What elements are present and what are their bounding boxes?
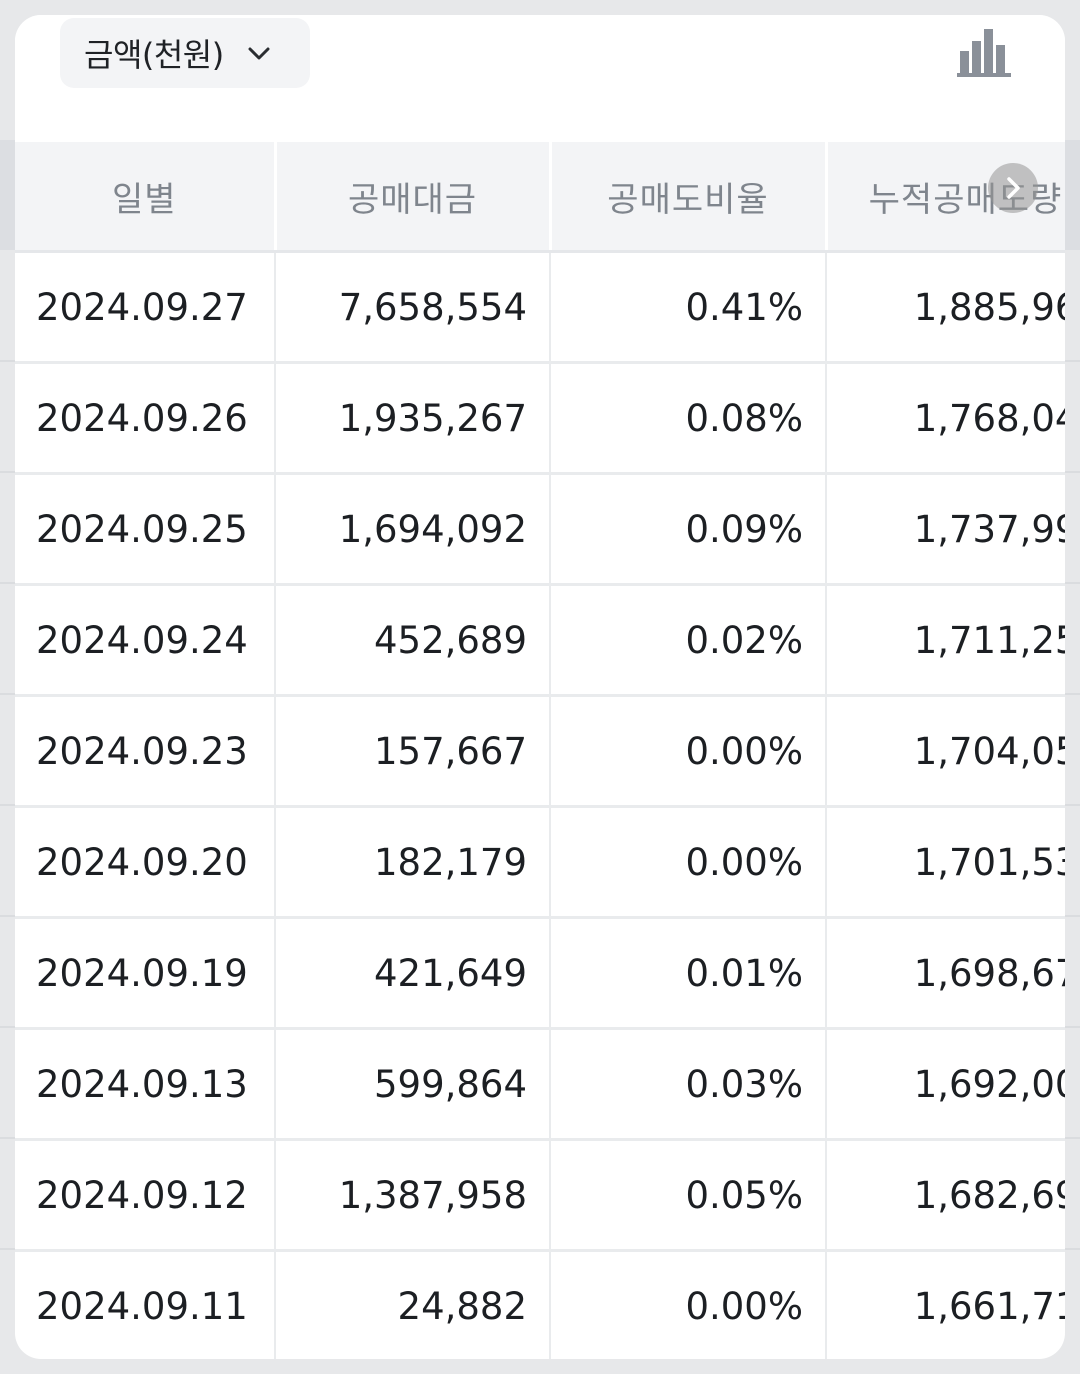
- table-row: 2024.09.12 1,387,958 0.05% 1,682,698: [15, 1139, 1065, 1252]
- cell-short-amount: 1,935,267: [275, 362, 551, 475]
- cell-short-amount: 157,667: [275, 695, 551, 808]
- cell-date: 2024.09.13: [15, 1028, 276, 1141]
- cell-date: 2024.09.20: [15, 806, 276, 919]
- cell-date: 2024.09.19: [15, 917, 276, 1030]
- table-row: 2024.09.23 157,667 0.00% 1,704,056: [15, 695, 1065, 808]
- cell-date: 2024.09.11: [15, 1250, 276, 1359]
- cell-cumulative-volume: 1,768,046: [826, 362, 1065, 475]
- cell-short-ratio: 0.41%: [550, 251, 827, 364]
- table-row: 2024.09.26 1,935,267 0.08% 1,768,046: [15, 362, 1065, 475]
- cell-short-ratio: 0.08%: [550, 362, 827, 475]
- cell-short-amount: 1,694,092: [275, 473, 551, 586]
- cell-cumulative-volume: 1,704,056: [826, 695, 1065, 808]
- short-selling-table-container[interactable]: 일별 공매대금 공매도비율 누적공매도량 2024.09.27 7,658,55…: [15, 142, 1065, 1359]
- cell-short-ratio: 0.05%: [550, 1139, 827, 1252]
- column-header-date[interactable]: 일별: [15, 142, 277, 253]
- cell-short-amount: 452,689: [275, 584, 551, 697]
- column-header-short-amount[interactable]: 공매대금: [275, 142, 552, 253]
- cell-short-amount: 24,882: [275, 1250, 551, 1359]
- cell-cumulative-volume: 1,737,993: [826, 473, 1065, 586]
- cell-short-amount: 1,387,958: [275, 1139, 551, 1252]
- scroll-right-button[interactable]: [988, 163, 1038, 213]
- table-row: 2024.09.20 182,179 0.00% 1,701,538: [15, 806, 1065, 919]
- short-selling-card: 금액(천원) 일별 공매대금 공매도비율 누적공매도량 2024.09.27 7…: [15, 15, 1065, 1359]
- table-toolbar: 금액(천원): [15, 15, 1065, 142]
- cell-date: 2024.09.26: [15, 362, 276, 475]
- cell-date: 2024.09.24: [15, 584, 276, 697]
- cell-short-amount: 7,658,554: [275, 251, 551, 364]
- cell-date: 2024.09.23: [15, 695, 276, 808]
- table-row: 2024.09.19 421,649 0.01% 1,698,671: [15, 917, 1065, 1030]
- short-selling-table: 일별 공매대금 공매도비율 누적공매도량 2024.09.27 7,658,55…: [15, 142, 1065, 1359]
- bar-chart-icon: [955, 29, 1015, 81]
- cell-cumulative-volume: 1,885,961: [826, 251, 1065, 364]
- cell-short-ratio: 0.01%: [550, 917, 827, 1030]
- table-row: 2024.09.11 24,882 0.00% 1,661,711: [15, 1250, 1065, 1359]
- cell-cumulative-volume: 1,682,698: [826, 1139, 1065, 1252]
- cell-cumulative-volume: 1,711,254: [826, 584, 1065, 697]
- chart-view-button[interactable]: [955, 25, 1015, 77]
- table-row: 2024.09.27 7,658,554 0.41% 1,885,961: [15, 251, 1065, 364]
- cell-cumulative-volume: 1,661,711: [826, 1250, 1065, 1359]
- cell-date: 2024.09.27: [15, 251, 276, 364]
- cell-short-ratio: 0.00%: [550, 695, 827, 808]
- cell-short-ratio: 0.09%: [550, 473, 827, 586]
- table-row: 2024.09.13 599,864 0.03% 1,692,007: [15, 1028, 1065, 1141]
- cell-cumulative-volume: 1,698,671: [826, 917, 1065, 1030]
- unit-dropdown[interactable]: 금액(천원): [60, 18, 310, 88]
- cell-short-ratio: 0.03%: [550, 1028, 827, 1141]
- cell-short-ratio: 0.02%: [550, 584, 827, 697]
- column-header-short-ratio[interactable]: 공매도비율: [550, 142, 828, 253]
- cell-date: 2024.09.12: [15, 1139, 276, 1252]
- table-row: 2024.09.24 452,689 0.02% 1,711,254: [15, 584, 1065, 697]
- cell-short-ratio: 0.00%: [550, 806, 827, 919]
- table-header-row: 일별 공매대금 공매도비율 누적공매도량: [15, 142, 1065, 253]
- cell-short-amount: 599,864: [275, 1028, 551, 1141]
- chevron-down-icon: [246, 40, 272, 66]
- cell-cumulative-volume: 1,692,007: [826, 1028, 1065, 1141]
- cell-short-ratio: 0.00%: [550, 1250, 827, 1359]
- cell-short-amount: 182,179: [275, 806, 551, 919]
- cell-cumulative-volume: 1,701,538: [826, 806, 1065, 919]
- cell-date: 2024.09.25: [15, 473, 276, 586]
- cell-short-amount: 421,649: [275, 917, 551, 1030]
- table-row: 2024.09.25 1,694,092 0.09% 1,737,993: [15, 473, 1065, 586]
- unit-dropdown-label: 금액(천원): [84, 36, 224, 74]
